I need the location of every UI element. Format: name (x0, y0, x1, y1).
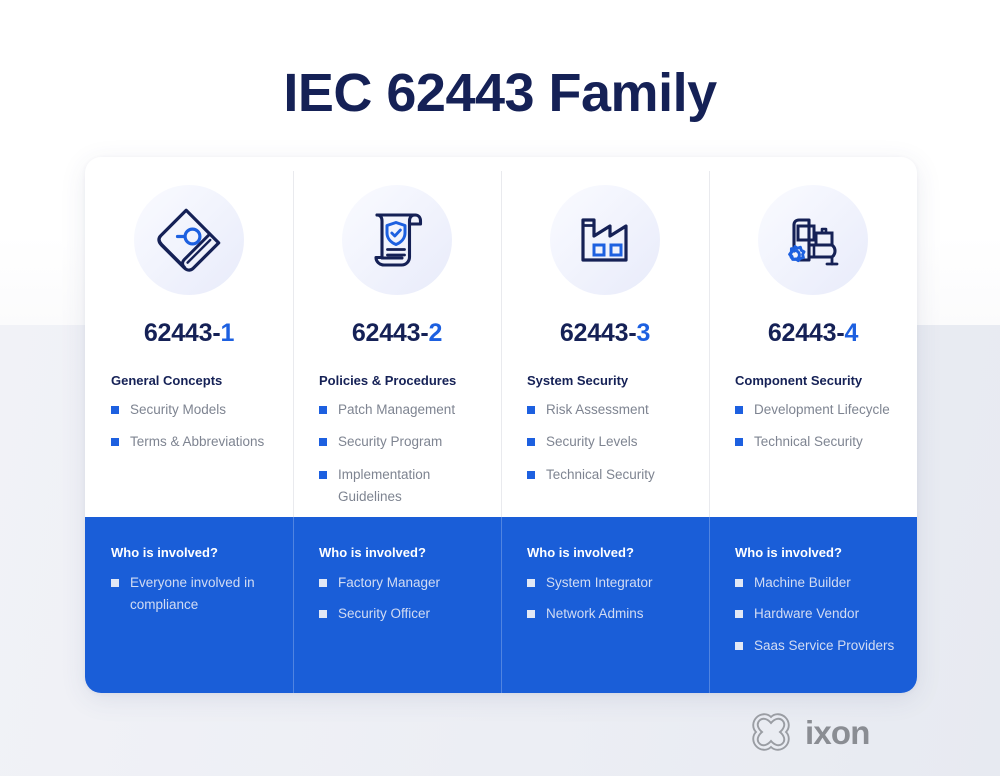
list-item: Security Models (111, 399, 279, 421)
topic-list: Patch Management Security Program Implem… (293, 399, 501, 509)
who-is-involved-title: Who is involved? (527, 545, 634, 560)
standard-column-62443-4: 62443-4 Component Security Development L… (709, 157, 917, 693)
who-is-involved-title: Who is involved? (111, 545, 218, 560)
topic-list: Security Models Terms & Abbreviations (85, 399, 293, 454)
who-is-involved-section: Who is involved? Everyone involved in co… (85, 517, 293, 693)
conveyor-machine-with-gear-icon (758, 185, 868, 295)
topic-list: Risk Assessment Security Levels Technica… (501, 399, 709, 486)
factory-icon (550, 185, 660, 295)
ixon-logo: ixon (748, 709, 870, 755)
list-item: Everyone involved in compliance (111, 572, 279, 617)
book-with-magnifier-icon (134, 185, 244, 295)
standard-code-suffix: 4 (844, 319, 859, 347)
list-item: Saas Service Providers (735, 635, 903, 657)
list-item: Network Admins (527, 603, 695, 625)
list-item: System Integrator (527, 572, 695, 594)
who-is-involved-section: Who is involved? Factory Manager Securit… (293, 517, 501, 693)
standard-code-suffix: 2 (428, 319, 443, 347)
page-title: IEC 62443 Family (283, 63, 717, 123)
standard-sub-title: Component Security (735, 373, 863, 388)
who-is-involved-section: Who is involved? Machine Builder Hardwar… (709, 517, 917, 693)
standard-code-base: 62443- (767, 319, 845, 347)
column-upper-section: 62443-3 System Security Risk Assessment … (501, 157, 709, 517)
ixon-wordmark: ixon (805, 713, 870, 751)
list-item: Development Lifecycle (735, 399, 903, 421)
standard-column-62443-2: 62443-2 Policies & Procedures Patch Mana… (293, 157, 501, 693)
list-item: Machine Builder (735, 572, 903, 594)
topic-list: Development Lifecycle Technical Security (709, 399, 917, 454)
standard-column-62443-1: 62443-1 General Concepts Security Models… (85, 157, 293, 693)
list-item: Implementation Guidelines (319, 464, 487, 509)
list-item: Factory Manager (319, 572, 487, 594)
standard-code-base: 62443- (143, 319, 221, 347)
who-is-involved-title: Who is involved? (319, 545, 426, 560)
list-item: Risk Assessment (527, 399, 695, 421)
people-list: Machine Builder Hardware Vendor Saas Ser… (709, 572, 917, 657)
standard-code-base: 62443- (351, 319, 429, 347)
standard-code-base: 62443- (559, 319, 637, 347)
standard-sub-title: Policies & Procedures (319, 373, 457, 388)
list-item: Technical Security (735, 431, 903, 453)
list-item: Security Officer (319, 603, 487, 625)
who-is-involved-section: Who is involved? System Integrator Netwo… (501, 517, 709, 693)
column-upper-section: 62443-2 Policies & Procedures Patch Mana… (293, 157, 501, 517)
ixon-x-mark-icon (752, 713, 790, 751)
column-upper-section: 62443-1 General Concepts Security Models… (85, 157, 293, 517)
people-list: Factory Manager Security Officer (293, 572, 501, 626)
list-item: Patch Management (319, 399, 487, 421)
people-list: System Integrator Network Admins (501, 572, 709, 626)
column-upper-section: 62443-4 Component Security Development L… (709, 157, 917, 517)
standards-card: 62443-1 General Concepts Security Models… (85, 157, 917, 693)
list-item: Security Program (319, 431, 487, 453)
standard-code: 62443-3 (501, 319, 709, 348)
list-item: Technical Security (527, 464, 695, 486)
standard-code: 62443-1 (85, 319, 293, 348)
scroll-with-shield-icon (342, 185, 452, 295)
standard-sub-title: General Concepts (111, 373, 223, 388)
standard-sub-title: System Security (527, 373, 629, 388)
who-is-involved-title: Who is involved? (735, 545, 842, 560)
standard-code: 62443-2 (293, 319, 501, 348)
standard-code: 62443-4 (709, 319, 917, 348)
standard-code-suffix: 3 (636, 319, 651, 347)
list-item: Terms & Abbreviations (111, 431, 279, 453)
standard-code-suffix: 1 (220, 319, 235, 347)
standard-column-62443-3: 62443-3 System Security Risk Assessment … (501, 157, 709, 693)
list-item: Security Levels (527, 431, 695, 453)
list-item: Hardware Vendor (735, 603, 903, 625)
people-list: Everyone involved in compliance (85, 572, 293, 617)
